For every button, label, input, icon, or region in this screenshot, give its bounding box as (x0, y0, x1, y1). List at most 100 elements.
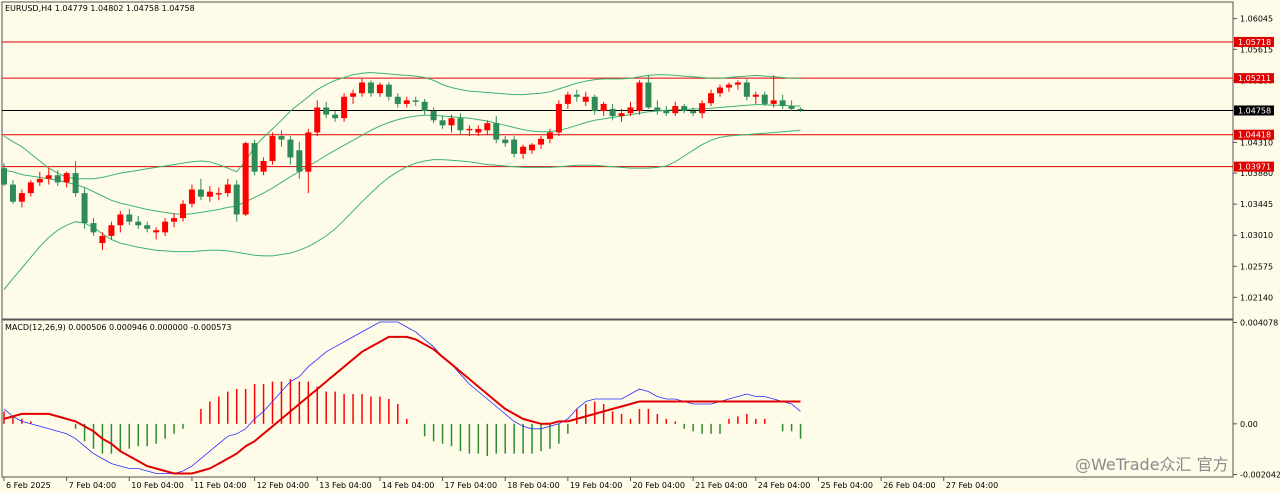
candle-body (260, 161, 267, 172)
time-tick-label: 20 Feb 04:00 (633, 481, 685, 490)
candle-body (367, 82, 374, 94)
candle-body (385, 84, 392, 97)
candle-body (475, 128, 482, 133)
candle-body (206, 191, 213, 197)
candle-body (296, 150, 303, 172)
candle-body (135, 221, 142, 226)
time-tick-label: 19 Feb 04:00 (570, 481, 622, 490)
candle-body (117, 214, 124, 226)
candle-body (645, 82, 652, 108)
time-tick-label: 24 Feb 04:00 (758, 481, 810, 490)
time-tick-label: 11 Feb 04:00 (194, 481, 246, 490)
candle-body (323, 107, 330, 115)
candle-body (162, 221, 169, 233)
candle-body (224, 184, 231, 194)
candle-body (564, 94, 571, 104)
macd-tick-label: 0.004078 (1240, 319, 1278, 328)
candle-body (555, 103, 562, 133)
candle-body (493, 123, 500, 140)
time-tick-label: 26 Feb 04:00 (883, 481, 935, 490)
candle-body (180, 203, 186, 219)
candle-body (126, 214, 133, 222)
candle-body (788, 106, 795, 109)
candle-body (484, 123, 491, 131)
candle-body (197, 189, 204, 197)
candle-body (502, 139, 509, 144)
candle-body (153, 230, 160, 233)
candle-body (797, 108, 804, 111)
candle-body (439, 120, 446, 126)
time-tick-label: 18 Feb 04:00 (507, 481, 559, 490)
candle-body (341, 96, 348, 119)
candle-body (305, 132, 312, 172)
candle-body (394, 96, 401, 104)
candle-body (171, 218, 178, 222)
candle-body (538, 138, 544, 145)
candle-body (251, 143, 258, 172)
candle-body (81, 193, 88, 224)
candle-body (376, 84, 383, 94)
candle-body (752, 94, 759, 97)
candle-body (672, 106, 679, 114)
price-level-tag-label: 1.05718 (1238, 38, 1271, 47)
candle-body (314, 107, 321, 133)
time-tick-label: 25 Feb 04:00 (820, 481, 872, 490)
candle-body (233, 184, 240, 215)
candle-body (618, 113, 625, 117)
price-tick-label: 1.02575 (1240, 262, 1273, 271)
time-tick-label: 13 Feb 04:00 (319, 481, 371, 490)
candle-body (403, 100, 410, 104)
candle-body (27, 182, 34, 194)
candle-body (448, 118, 455, 126)
watermark: @WeTrade众汇 官方 (1075, 455, 1229, 474)
candle-body (430, 111, 437, 121)
price-level-tag-label: 1.04758 (1238, 106, 1271, 115)
time-tick-label: 14 Feb 04:00 (382, 481, 434, 490)
macd-tick-label: -0.002042 (1240, 471, 1280, 480)
candle-body (717, 87, 723, 94)
candle-body (188, 189, 195, 204)
candle-body (269, 136, 276, 161)
price-level-tag-label: 1.03971 (1238, 163, 1271, 172)
price-tick-label: 1.03445 (1240, 200, 1273, 209)
time-tick-label: 10 Feb 04:00 (131, 481, 183, 490)
candle-body (278, 136, 285, 140)
price-level-tag-label: 1.04418 (1238, 131, 1271, 140)
time-tick-label: 6 Feb 2025 (6, 481, 51, 490)
price-chart[interactable]: 1.060451.056151.051801.047501.043101.038… (0, 0, 1280, 493)
candle-body (779, 100, 786, 107)
candle-body (287, 139, 294, 158)
candle-body (663, 111, 670, 114)
candle-body (529, 144, 536, 151)
candle-body (725, 84, 732, 88)
macd-header: MACD(12,26,9) 0.000506 0.000946 0.000000… (5, 323, 232, 332)
candle-body (690, 111, 697, 114)
candle-body (699, 103, 706, 114)
candle-body (421, 101, 428, 112)
candle-body (54, 175, 61, 183)
candle-body (36, 178, 43, 183)
time-tick-label: 12 Feb 04:00 (257, 481, 309, 490)
price-tick-label: 1.04310 (1240, 138, 1273, 147)
candle-body (770, 100, 777, 104)
candle-body (708, 93, 715, 104)
candle-body (734, 82, 741, 85)
price-tick-label: 1.06045 (1240, 15, 1273, 24)
candle-body (457, 118, 464, 131)
candle-body (546, 132, 553, 139)
candle-body (573, 94, 580, 97)
candle-body (144, 225, 151, 229)
candle-body (332, 114, 339, 119)
candle-body (412, 100, 419, 102)
price-tick-label: 1.02140 (1240, 293, 1273, 302)
time-tick-label: 17 Feb 04:00 (445, 481, 497, 490)
candle-body (654, 107, 661, 112)
candle-body (9, 184, 16, 202)
candle-body (466, 128, 473, 131)
candle-body (90, 223, 97, 233)
price-level-tag-label: 1.05211 (1238, 74, 1271, 83)
candle-body (511, 139, 518, 154)
price-tick-label: 1.03010 (1240, 231, 1273, 240)
candle-body (627, 107, 634, 114)
candle-body (1, 168, 7, 185)
